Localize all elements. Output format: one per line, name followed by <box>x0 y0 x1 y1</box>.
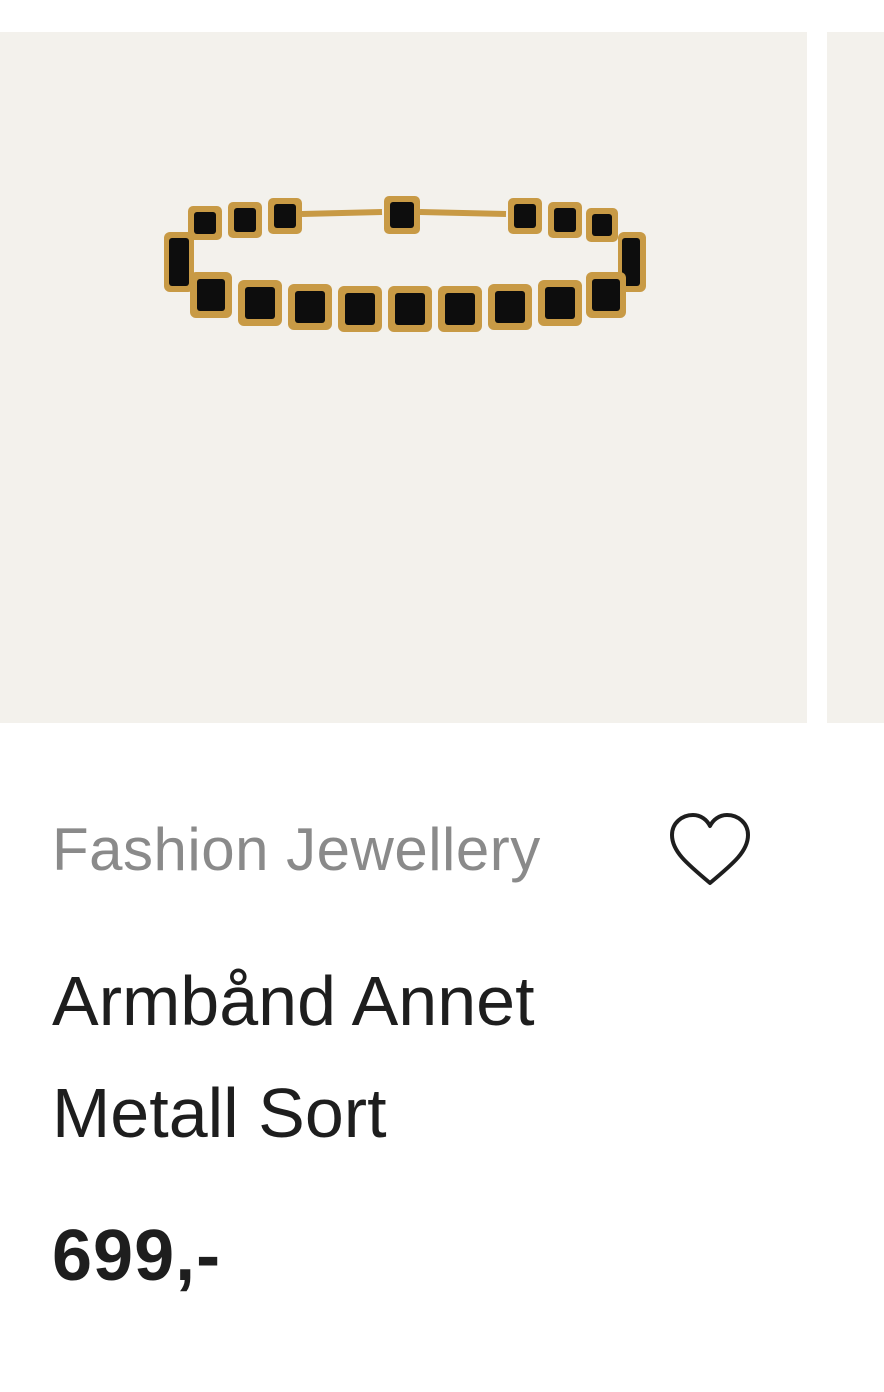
bracelet-image <box>164 196 646 332</box>
heart-outline-icon[interactable] <box>666 811 754 889</box>
product-title-line-2: Metall Sort <box>52 1074 387 1152</box>
product-list: Fashion Jewellery Armbånd Annet Metall S… <box>0 0 884 1392</box>
product-image[interactable] <box>0 32 807 723</box>
product-price: 699,- <box>52 1216 222 1296</box>
product-title-line-1: Armbånd Annet <box>52 962 535 1040</box>
product-card[interactable]: Fashion Jewellery Armbånd Annet Metall S… <box>0 32 807 1296</box>
bracelet-front-row <box>190 272 626 332</box>
product-brand[interactable]: Fashion Jewellery <box>52 815 541 884</box>
product-card-next[interactable] <box>827 32 884 723</box>
product-title[interactable]: Armbånd Annet Metall Sort <box>52 945 672 1169</box>
bracelet-back-row <box>188 196 618 242</box>
product-image-next[interactable] <box>827 32 884 723</box>
